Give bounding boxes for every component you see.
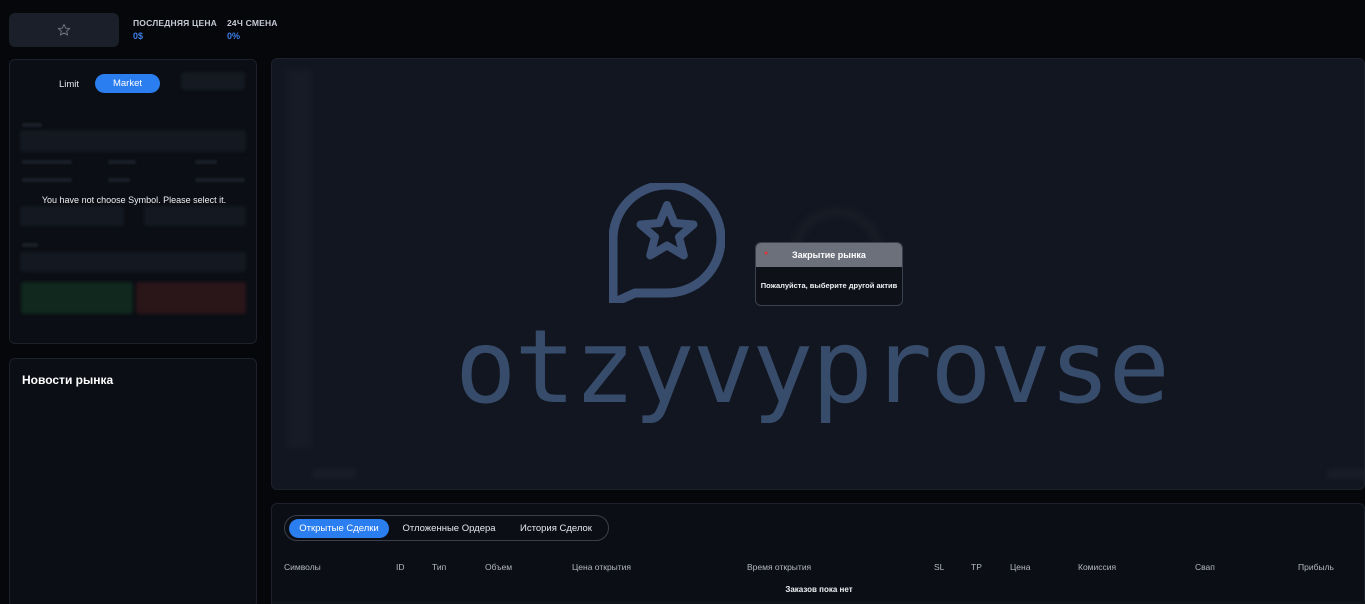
blurred-label [195,160,217,164]
blurred-label [22,178,72,182]
sell-button [136,282,246,314]
tab-market[interactable]: Market [95,74,160,93]
change-24h-label: 24Ч СМЕНА [227,18,278,28]
tab-trade-history[interactable]: История Сделок [511,519,601,538]
modal-message: Пожалуйста, выберите другой актив [760,281,898,290]
column-header-id[interactable]: ID [396,562,405,572]
column-header-type[interactable]: Тип [432,562,446,572]
blurred-input [144,206,246,226]
news-title: Новости рынка [22,373,114,387]
last-price-value: 0$ [133,31,144,41]
tab-limit[interactable]: Limit [40,75,98,93]
last-price-label: ПОСЛЕДНЯЯ ЦЕНА [133,18,218,28]
column-header-symbols[interactable]: Символы [284,562,321,572]
star-outline-icon [57,23,71,36]
chat-star-logo-icon [609,183,725,303]
blurred-input [20,206,124,226]
column-header-commission[interactable]: Комиссия [1078,562,1116,572]
chart-footer-left [312,469,356,479]
tab-pending-orders[interactable]: Отложенные Ордера [397,519,501,538]
empty-orders-message: Заказов пока нет [785,585,853,594]
column-header-price[interactable]: Цена [1010,562,1030,572]
column-header-sl[interactable]: SL [934,562,944,572]
blurred-label [22,123,42,127]
no-symbol-message: You have not choose Symbol. Please selec… [41,195,227,205]
blurred-label [22,160,72,164]
favorite-button[interactable] [9,13,119,47]
blurred-control [181,72,245,90]
top-bar: ПОСЛЕДНЯЯ ЦЕНА 0$ 24Ч СМЕНА 0% [0,0,1365,52]
change-24h-value: 0% [227,31,241,41]
modal-header: ● Закрытие рынка [756,243,902,267]
column-header-profit[interactable]: Прибыль [1298,562,1334,572]
column-header-swap[interactable]: Свап [1195,562,1215,572]
blurred-label [108,160,136,164]
news-panel: Новости рынка [9,358,257,604]
last-price-stat: ПОСЛЕДНЯЯ ЦЕНА 0$ [133,18,217,41]
blurred-label [195,178,245,182]
column-header-volume[interactable]: Объем [485,562,512,572]
chart-footer-right [1327,469,1364,479]
orders-panel: Открытые Сделки Отложенные Ордера Истори… [271,503,1365,604]
close-icon[interactable]: ● [764,250,770,257]
column-header-tp[interactable]: TP [971,562,982,572]
market-closed-modal: ● Закрытие рынка Пожалуйста, выберите др… [755,242,903,306]
orders-tab-group: Открытые Сделки Отложенные Ордера Истори… [284,515,609,541]
tab-open-trades[interactable]: Открытые Сделки [289,519,389,538]
chart-price-axis [286,69,312,449]
modal-title: Закрытие рынка [792,250,866,260]
buy-button [21,282,133,314]
blurred-input [20,252,246,272]
blurred-label [22,243,38,247]
watermark-text: otzyvyprovse [455,308,1170,427]
blurred-input [20,130,246,152]
column-header-open-price[interactable]: Цена открытия [572,562,631,572]
blurred-label [108,178,130,182]
change-24h-stat: 24Ч СМЕНА 0% [227,18,278,41]
column-header-open-time[interactable]: Время открытия [747,562,811,572]
order-panel: Limit Market You have not choose Symbol.… [9,59,257,344]
